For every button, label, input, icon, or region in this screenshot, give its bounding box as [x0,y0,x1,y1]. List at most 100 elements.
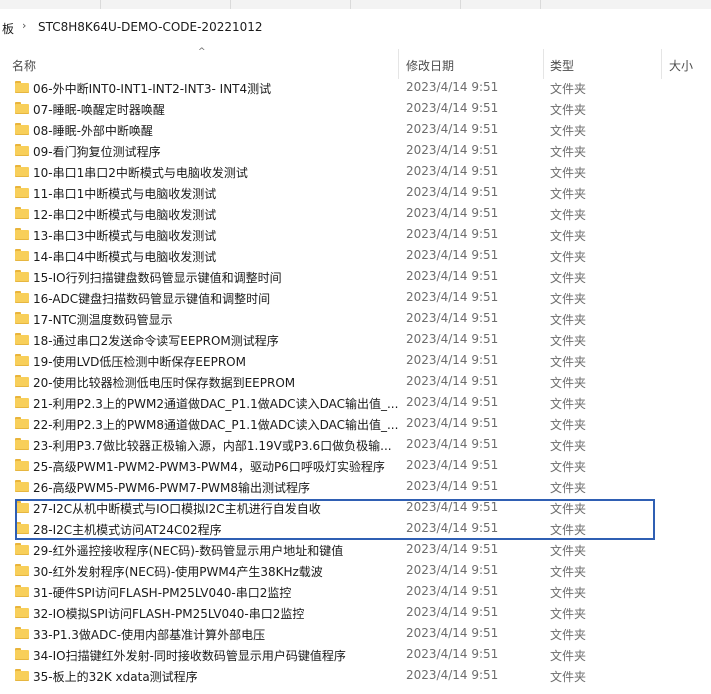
file-row[interactable]: 07-睡眠-唤醒定时器唤醒 2023/4/14 9:51 文件夹 [0,98,711,119]
column-header-size[interactable]: 大小 [669,57,693,74]
file-row[interactable]: 35-板上的32K xdata测试程序 2023/4/14 9:51 文件夹 [0,665,711,686]
breadcrumb-current[interactable]: STC8H8K64U-DEMO-CODE-20221012 [38,20,263,34]
file-row[interactable]: 34-IO扫描键红外发射-同时接收数码管显示用户码键值程序 2023/4/14 9… [0,644,711,665]
file-name: 11-串口1中断模式与电脑收发测试 [33,187,217,201]
file-type: 文件夹 [550,250,587,264]
file-type: 文件夹 [550,187,587,201]
column-header-modified[interactable]: 修改日期 [406,57,454,74]
file-name: 21-利用P2.3上的PWM2通道做DAC_P1.1做ADC读入DAC输出值_.… [33,397,399,411]
folder-icon [15,585,29,597]
file-row[interactable]: 21-利用P2.3上的PWM2通道做DAC_P1.1做ADC读入DAC输出值_.… [0,392,711,413]
file-name: 25-高级PWM1-PWM2-PWM3-PWM4，驱动P6口呼吸灯实验程序 [33,460,385,474]
file-type: 文件夹 [550,544,587,558]
file-modified-date: 2023/4/14 9:51 [406,101,499,115]
file-row[interactable]: 29-红外遥控接收程序(NEC码)-数码管显示用户地址和键值 2023/4/14 … [0,539,711,560]
file-type: 文件夹 [550,334,587,348]
file-type: 文件夹 [550,208,587,222]
file-name: 23-利用P3.7做比较器正极输入源，内部1.19V或P3.6口做负极输... [33,439,392,453]
file-type: 文件夹 [550,145,587,159]
file-name: 12-串口2中断模式与电脑收发测试 [33,208,217,222]
file-modified-date: 2023/4/14 9:51 [406,122,499,136]
folder-icon [15,501,29,513]
file-name: 32-IO模拟SPI访问FLASH-PM25LV040-串口2监控 [33,607,305,621]
column-header-name[interactable]: 名称 [12,57,36,74]
file-row[interactable]: 08-睡眠-外部中断唤醒 2023/4/14 9:51 文件夹 [0,119,711,140]
file-row[interactable]: 15-IO行列扫描键盘数码管显示键值和调整时间 2023/4/14 9:51 文件夹 [0,266,711,287]
folder-icon [15,312,29,324]
column-divider[interactable] [661,49,662,79]
folder-icon [15,186,29,198]
file-type: 文件夹 [550,607,587,621]
file-type: 文件夹 [550,460,587,474]
folder-icon [15,102,29,114]
file-name: 14-串口4中断模式与电脑收发测试 [33,250,217,264]
folder-icon [15,396,29,408]
file-row[interactable]: 14-串口4中断模式与电脑收发测试 2023/4/14 9:51 文件夹 [0,245,711,266]
file-name: 07-睡眠-唤醒定时器唤醒 [33,103,165,117]
folder-icon [15,438,29,450]
file-row[interactable]: 10-串口1串口2中断模式与电脑收发测试 2023/4/14 9:51 文件夹 [0,161,711,182]
file-type: 文件夹 [550,229,587,243]
file-modified-date: 2023/4/14 9:51 [406,395,499,409]
folder-icon [15,228,29,240]
file-modified-date: 2023/4/14 9:51 [406,164,499,178]
file-type: 文件夹 [550,82,587,96]
file-modified-date: 2023/4/14 9:51 [406,290,499,304]
file-name: 08-睡眠-外部中断唤醒 [33,124,153,138]
file-modified-date: 2023/4/14 9:51 [406,542,499,556]
file-modified-date: 2023/4/14 9:51 [406,500,499,514]
file-name: 13-串口3中断模式与电脑收发测试 [33,229,217,243]
file-name: 27-I2C从机中断模式与IO口模拟I2C主机进行自发自收 [33,502,321,516]
file-modified-date: 2023/4/14 9:51 [406,563,499,577]
folder-icon [15,207,29,219]
file-type: 文件夹 [550,313,587,327]
breadcrumb-parent[interactable]: 板 [2,20,14,37]
folder-icon [15,627,29,639]
file-type: 文件夹 [550,481,587,495]
file-list: 06-外中断INT0-INT1-INT2-INT3- INT4测试 2023/4/… [0,77,711,686]
column-divider[interactable] [398,49,399,79]
file-row[interactable]: 11-串口1中断模式与电脑收发测试 2023/4/14 9:51 文件夹 [0,182,711,203]
column-header-type[interactable]: 类型 [550,57,574,74]
file-row[interactable]: 27-I2C从机中断模式与IO口模拟I2C主机进行自发自收 2023/4/14 9… [0,497,711,518]
file-row[interactable]: 30-红外发射程序(NEC码)-使用PWM4产生38KHz载波 2023/4/14… [0,560,711,581]
folder-icon [15,522,29,534]
column-divider[interactable] [543,49,544,79]
file-row[interactable]: 18-通过串口2发送命令读写EEPROM测试程序 2023/4/14 9:51 文件… [0,329,711,350]
file-row[interactable]: 23-利用P3.7做比较器正极输入源，内部1.19V或P3.6口做负极输... 2… [0,434,711,455]
file-row[interactable]: 20-使用比较器检测低电压时保存数据到EEPROM 2023/4/14 9:51 文… [0,371,711,392]
file-name: 06-外中断INT0-INT1-INT2-INT3- INT4测试 [33,82,272,96]
file-row[interactable]: 28-I2C主机模式访问AT24C02程序 2023/4/14 9:51 文件夹 [0,518,711,539]
folder-icon [15,564,29,576]
file-type: 文件夹 [550,628,587,642]
file-row[interactable]: 12-串口2中断模式与电脑收发测试 2023/4/14 9:51 文件夹 [0,203,711,224]
file-type: 文件夹 [550,271,587,285]
file-row[interactable]: 09-看门狗复位测试程序 2023/4/14 9:51 文件夹 [0,140,711,161]
file-type: 文件夹 [550,124,587,138]
file-row[interactable]: 16-ADC键盘扫描数码管显示键值和调整时间 2023/4/14 9:51 文件夹 [0,287,711,308]
file-name: 09-看门狗复位测试程序 [33,145,161,159]
file-row[interactable]: 22-利用P2.3上的PWM8通道做DAC_P1.1做ADC读入DAC输出值_.… [0,413,711,434]
file-modified-date: 2023/4/14 9:51 [406,437,499,451]
file-row[interactable]: 19-使用LVD低压检测中断保存EEPROM 2023/4/14 9:51 文件夹 [0,350,711,371]
folder-icon [15,249,29,261]
file-row[interactable]: 26-高级PWM5-PWM6-PWM7-PWM8输出测试程序 2023/4/14 … [0,476,711,497]
file-row[interactable]: 13-串口3中断模式与电脑收发测试 2023/4/14 9:51 文件夹 [0,224,711,245]
file-modified-date: 2023/4/14 9:51 [406,206,499,220]
file-name: 16-ADC键盘扫描数码管显示键值和调整时间 [33,292,271,306]
file-modified-date: 2023/4/14 9:51 [406,80,499,94]
file-modified-date: 2023/4/14 9:51 [406,269,499,283]
file-name: 20-使用比较器检测低电压时保存数据到EEPROM [33,376,296,390]
file-type: 文件夹 [550,565,587,579]
file-row[interactable]: 06-外中断INT0-INT1-INT2-INT3- INT4测试 2023/4/… [0,77,711,98]
file-row[interactable]: 32-IO模拟SPI访问FLASH-PM25LV040-串口2监控 2023/4/… [0,602,711,623]
file-row[interactable]: 17-NTC测温度数码管显示 2023/4/14 9:51 文件夹 [0,308,711,329]
file-row[interactable]: 25-高级PWM1-PWM2-PWM3-PWM4，驱动P6口呼吸灯实验程序 202… [0,455,711,476]
file-row[interactable]: 33-P1.3做ADC-使用内部基准计算外部电压 2023/4/14 9:51 文件… [0,623,711,644]
breadcrumb-chevron-icon[interactable]: › [22,19,26,32]
address-bar[interactable]: 板 › STC8H8K64U-DEMO-CODE-20221012 [0,9,711,47]
folder-icon [15,606,29,618]
file-name: 22-利用P2.3上的PWM8通道做DAC_P1.1做ADC读入DAC输出值_.… [33,418,399,432]
file-row[interactable]: 31-硬件SPI访问FLASH-PM25LV040-串口2监控 2023/4/14… [0,581,711,602]
ribbon-segment [100,0,231,9]
